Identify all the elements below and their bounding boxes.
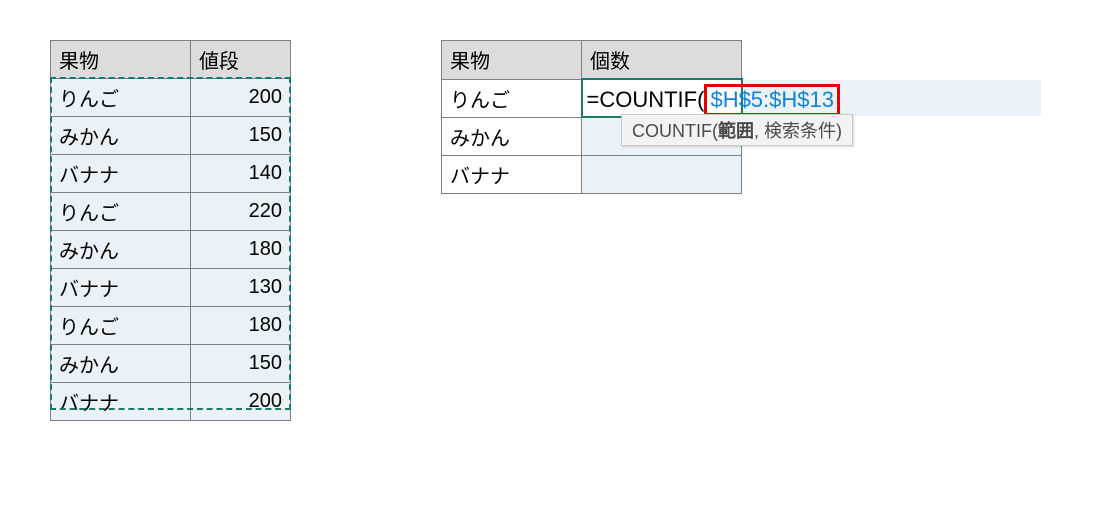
cell-fruit[interactable]: みかん [51, 117, 191, 155]
cell-price[interactable]: 150 [191, 345, 291, 383]
cell-fruit[interactable]: りんご [51, 79, 191, 117]
cell-fruit[interactable]: りんご [51, 193, 191, 231]
formula-range-highlight: $H$5:$H$13 [704, 84, 840, 116]
function-tooltip: COUNTIF(範囲, 検索条件) [621, 114, 853, 146]
header-fruit[interactable]: 果物 [442, 41, 582, 80]
formula-text: =COUNTIF($H$5:$H$13 [587, 84, 841, 116]
header-count[interactable]: 個数 [582, 41, 742, 80]
cell-price[interactable]: 150 [191, 117, 291, 155]
cell-fruit[interactable]: バナナ [442, 155, 582, 193]
formula-range-ref: $H$5:$H$13 [710, 87, 834, 112]
cell-fruit[interactable]: りんご [442, 79, 582, 117]
cell-price[interactable]: 200 [191, 79, 291, 117]
cell-fruit[interactable]: みかん [51, 231, 191, 269]
cell-price[interactable]: 180 [191, 231, 291, 269]
tooltip-arg-current: 範囲 [718, 121, 754, 141]
cell-price[interactable]: 140 [191, 155, 291, 193]
cell-fruit[interactable]: バナナ [51, 383, 191, 421]
cell-fruit[interactable]: みかん [51, 345, 191, 383]
tooltip-rest: , 検索条件) [754, 121, 842, 141]
cell-price[interactable]: 130 [191, 269, 291, 307]
source-table[interactable]: 果物 値段 りんご200 みかん150 バナナ140 りんご220 みかん180… [50, 40, 291, 421]
formula-prefix: =COUNTIF( [587, 87, 705, 113]
cell-fruit[interactable]: りんご [51, 307, 191, 345]
cell-price[interactable]: 200 [191, 383, 291, 421]
header-fruit[interactable]: 果物 [51, 41, 191, 79]
cell-price[interactable]: 220 [191, 193, 291, 231]
cell-fruit[interactable]: バナナ [51, 269, 191, 307]
cell-price[interactable]: 180 [191, 307, 291, 345]
header-price[interactable]: 値段 [191, 41, 291, 79]
tooltip-fn: COUNTIF( [632, 121, 718, 141]
formula-cell[interactable]: =COUNTIF($H$5:$H$13 [582, 79, 742, 117]
cell-fruit[interactable]: バナナ [51, 155, 191, 193]
cell-fruit[interactable]: みかん [442, 117, 582, 155]
cell-count[interactable] [582, 155, 742, 193]
